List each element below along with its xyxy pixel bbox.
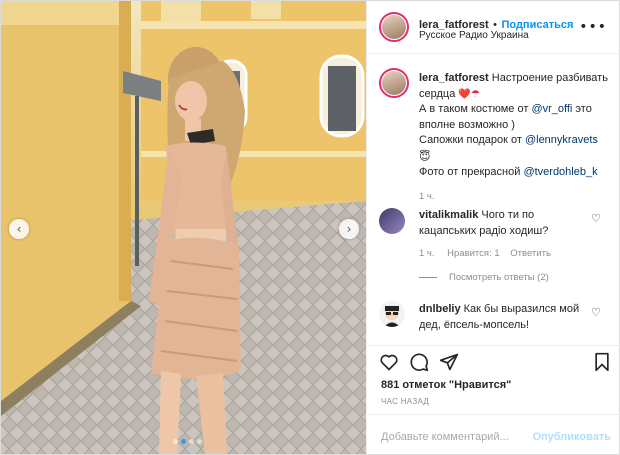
location-link[interactable]: Русское Радио Украина <box>419 30 529 41</box>
comment-username[interactable]: dnlbeliy <box>419 303 461 315</box>
carousel-dot <box>197 439 202 444</box>
heart-outline-icon: ♡ <box>591 212 601 225</box>
more-horizontal-icon: ••• <box>579 19 607 35</box>
post-photo[interactable]: ‹ › <box>1 1 366 454</box>
chevron-left-icon: ‹ <box>16 222 22 236</box>
carousel-dot <box>173 439 178 444</box>
comment-text: Как бы выразился мой <box>463 303 580 315</box>
caption-line: lera_fatforest Настроение разбивать <box>419 71 609 87</box>
comment-input[interactable]: Добавьте комментарий... <box>381 431 509 443</box>
smiling-face-emoji: 😇 <box>419 149 431 163</box>
comment-avatar[interactable] <box>379 301 405 327</box>
heart-icon[interactable] <box>379 352 399 372</box>
comment-likes[interactable]: Нравится: 1 <box>447 248 499 259</box>
comment-like-button[interactable]: ♡ <box>591 212 601 225</box>
action-bar <box>367 345 620 377</box>
post-timestamp: ЧАС НАЗАД <box>381 397 430 406</box>
comment-avatar[interactable] <box>379 208 405 234</box>
comment-text: дед, ёпсель-мопсель! <box>419 318 530 331</box>
cartoon-avatar-icon <box>384 306 400 327</box>
carousel-dot-active <box>181 439 186 444</box>
caption-text: сердца <box>419 87 456 100</box>
comment-username[interactable]: vitalikmalik <box>419 209 478 221</box>
comment-text: кацапських радіо ходиш? <box>419 224 549 237</box>
caption-avatar[interactable] <box>379 68 409 98</box>
caption-line: А в таком костюме от @vr_offi это <box>419 102 609 118</box>
post-header: lera_fatforest • Подписаться Русское Рад… <box>367 1 620 54</box>
view-replies-button[interactable]: Посмотреть ответы (2) <box>419 272 549 283</box>
carousel-indicator <box>173 439 202 444</box>
caption-line: Фото от прекрасной @tverdohleb_k <box>419 165 609 181</box>
caption-line: сердца ❤️☂ <box>419 87 609 103</box>
chevron-right-icon: › <box>346 222 352 236</box>
caption-text: Фото от прекрасной <box>419 166 524 178</box>
instagram-post: ‹ › lera_fatforest • Подписаться Русское… <box>0 0 620 455</box>
reply-button[interactable]: Ответить <box>510 248 551 259</box>
caption-username[interactable]: lera_fatforest <box>419 72 489 84</box>
caption-text: А в таком костюме от <box>419 103 532 115</box>
likes-count[interactable]: 881 отметок "Нравится" <box>381 379 511 391</box>
photo-illustration <box>1 1 366 454</box>
heart-umbrella-emoji: ❤️☂ <box>458 88 480 100</box>
comment-text: Чого ти по <box>481 209 535 221</box>
mention-link[interactable]: @lennykravets <box>525 134 598 146</box>
avatar[interactable] <box>379 12 409 42</box>
more-options-button[interactable]: ••• <box>579 19 607 35</box>
replies-line <box>419 276 437 278</box>
caption: lera_fatforest Настроение разбивать серд… <box>419 71 609 204</box>
view-replies-label: Посмотреть ответы (2) <box>449 272 549 283</box>
bookmark-icon[interactable] <box>593 352 611 372</box>
caption-text: Настроение разбивать <box>491 72 608 84</box>
caption-text: вполне возможно ) <box>419 118 515 131</box>
caption-line: вполне возможно ) <box>419 118 609 134</box>
post-side-panel: lera_fatforest • Подписаться Русское Рад… <box>366 1 620 454</box>
caption-text: Сапожки подарок от <box>419 134 525 146</box>
caption-text: это <box>572 103 592 115</box>
carousel-prev-button[interactable]: ‹ <box>9 219 29 239</box>
caption-age[interactable]: 1 ч. <box>419 189 609 205</box>
comment-age[interactable]: 1 ч. <box>419 248 435 259</box>
publish-button[interactable]: Опубликовать <box>532 431 611 443</box>
comment: dnlbeliy Как бы выразился мой дед, ёпсел… <box>419 302 589 333</box>
caption-line: Сапожки подарок от @lennykravets <box>419 133 609 149</box>
heart-outline-icon: ♡ <box>591 306 601 319</box>
comment-meta: 1 ч. Нравится: 1 Ответить <box>419 248 551 259</box>
carousel-dot <box>189 439 194 444</box>
comment-icon[interactable] <box>409 352 429 372</box>
mention-link[interactable]: @tverdohleb_k <box>523 166 597 178</box>
comment: vitalikmalik Чого ти по кацапських радіо… <box>419 208 589 239</box>
caption-line: 😇 <box>419 149 609 166</box>
share-icon[interactable] <box>439 352 459 372</box>
add-comment-bar: Добавьте комментарий... Опубликовать <box>367 414 620 454</box>
comment-like-button[interactable]: ♡ <box>591 306 601 319</box>
mention-link[interactable]: @vr_offi <box>531 103 572 115</box>
carousel-next-button[interactable]: › <box>339 219 359 239</box>
